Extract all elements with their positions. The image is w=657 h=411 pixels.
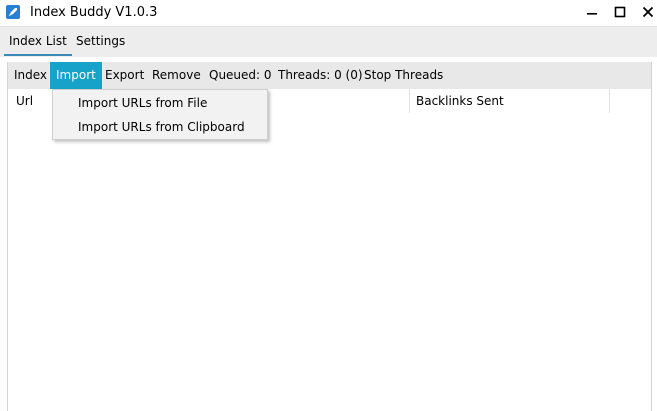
threads-count: Threads: 0 (0) xyxy=(278,68,363,82)
content-border xyxy=(7,62,8,411)
content-border xyxy=(651,62,652,411)
window-title: Index Buddy V1.0.3 xyxy=(30,5,158,20)
maximize-icon xyxy=(614,6,626,21)
import-menu: Import URLs from File Import URLs from C… xyxy=(52,89,268,140)
minimize-icon xyxy=(586,6,598,21)
minimize-button[interactable] xyxy=(578,0,606,26)
title-bar: Index Buddy V1.0.3 xyxy=(0,0,657,26)
column-header-backlinks-sent[interactable]: Backlinks Sent xyxy=(416,94,504,108)
remove-button[interactable]: Remove xyxy=(146,62,207,89)
column-header-url[interactable]: Url xyxy=(16,94,33,108)
menu-item-import-from-file[interactable]: Import URLs from File xyxy=(53,91,267,115)
stop-threads-button[interactable]: Stop Threads xyxy=(358,62,449,89)
close-icon xyxy=(642,6,654,21)
tab-settings[interactable]: Settings xyxy=(71,27,130,56)
menu-item-import-from-clipboard[interactable]: Import URLs from Clipboard xyxy=(53,115,267,139)
tab-index-list[interactable]: Index List xyxy=(4,27,72,56)
tab-strip: Index List Settings xyxy=(0,26,657,57)
import-button[interactable]: Import xyxy=(50,62,102,89)
close-button[interactable] xyxy=(634,0,657,26)
toolbar: Index Import Export Remove Queued: 0 Thr… xyxy=(8,62,651,89)
export-button[interactable]: Export xyxy=(99,62,150,89)
column-divider[interactable] xyxy=(609,89,610,113)
maximize-button[interactable] xyxy=(606,0,634,26)
index-button[interactable]: Index xyxy=(8,62,53,89)
column-divider[interactable] xyxy=(409,89,410,113)
rocket-icon xyxy=(6,5,20,19)
queued-count: Queued: 0 xyxy=(209,68,272,82)
